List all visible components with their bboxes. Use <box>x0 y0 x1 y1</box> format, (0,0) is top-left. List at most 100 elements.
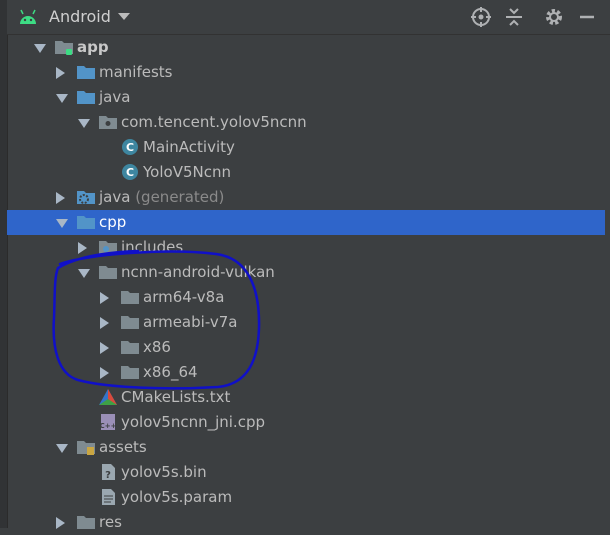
expand-arrow-icon[interactable] <box>78 269 90 278</box>
tree-item-name: x86_64 <box>143 363 198 381</box>
folder-gray-icon <box>98 263 118 281</box>
svg-text:?: ? <box>105 470 111 481</box>
tree-item-label: x86_64 <box>143 362 198 382</box>
folder-gray-icon <box>120 363 140 381</box>
tree-item-label: ncnn-android-vulkan <box>121 262 275 282</box>
tree-item-label: java <box>99 87 130 107</box>
chevron-down-icon[interactable] <box>118 13 130 20</box>
tree-item-label: res <box>99 512 122 532</box>
folder-gray-icon <box>120 338 140 356</box>
expand-arrow-icon[interactable] <box>78 119 90 128</box>
tree-item-label: YoloV5Ncnn <box>143 162 231 182</box>
tree-row[interactable]: armeabi-v7a <box>7 310 605 335</box>
tree-row[interactable]: CMakeLists.txt <box>7 385 605 410</box>
tree-item-label: x86 <box>143 337 171 357</box>
tree-row[interactable]: assets <box>7 435 605 460</box>
project-view-selector[interactable]: Android <box>49 7 111 26</box>
tree-row[interactable]: app <box>7 35 605 60</box>
folder-icon <box>76 63 96 81</box>
folder-gray-icon <box>120 288 140 306</box>
tree-item-name: YoloV5Ncnn <box>143 163 231 181</box>
tree-row[interactable]: x86 <box>7 335 605 360</box>
expand-arrow-icon[interactable] <box>56 444 68 453</box>
collapse-arrow-icon[interactable] <box>56 192 65 204</box>
tree-row[interactable]: arm64-v8a <box>7 285 605 310</box>
tree-item-label: yolov5s.param <box>121 487 232 507</box>
android-icon <box>18 9 38 25</box>
tree-item-suffix: (generated) <box>130 188 225 206</box>
locate-target-icon[interactable] <box>470 6 492 28</box>
tree-item-label: assets <box>99 437 147 457</box>
tree-item-name: x86 <box>143 338 171 356</box>
tree-row[interactable]: java <box>7 85 605 110</box>
tree-item-name: cpp <box>99 213 127 231</box>
folder-gray-icon <box>120 313 140 331</box>
tree-row[interactable]: C MainActivity <box>7 135 605 160</box>
tree-item-name: res <box>99 513 122 531</box>
expand-arrow-icon[interactable] <box>34 44 46 53</box>
tree-row[interactable]: cpp <box>7 210 605 235</box>
module-folder-icon <box>54 38 74 56</box>
collapse-arrow-icon[interactable] <box>100 317 109 329</box>
tree-row[interactable]: java (generated) <box>7 185 605 210</box>
svg-text:C++: C++ <box>100 422 117 430</box>
tree-row[interactable]: ncnn-android-vulkan <box>7 260 605 285</box>
folder-icon <box>76 213 96 231</box>
unknown-file-icon: ? <box>98 463 118 481</box>
collapse-arrow-icon[interactable] <box>56 517 65 529</box>
tree-item-name: ncnn-android-vulkan <box>121 263 275 281</box>
collapse-all-icon[interactable] <box>503 6 525 28</box>
tree-item-label: armeabi-v7a <box>143 312 237 332</box>
class-icon: C <box>120 163 140 181</box>
tree-row[interactable]: res <box>7 510 605 535</box>
tree-row[interactable]: ? yolov5s.bin <box>7 460 605 485</box>
cpp-file-icon: C++ <box>98 413 118 431</box>
collapse-arrow-icon[interactable] <box>78 242 87 254</box>
tree-item-name: arm64-v8a <box>143 288 225 306</box>
tree-item-name: java <box>99 188 131 206</box>
tree-item-name: yolov5ncnn_jni.cpp <box>121 413 265 431</box>
tree-item-name: armeabi-v7a <box>143 313 238 331</box>
assets-folder-icon <box>76 438 96 456</box>
tree-item-label: java (generated) <box>99 187 224 207</box>
tree-item-name: assets <box>99 438 147 456</box>
tree-item-name: com.tencent.yolov5ncnn <box>121 113 307 131</box>
collapse-arrow-icon[interactable] <box>100 292 109 304</box>
tree-row[interactable]: C++ yolov5ncnn_jni.cpp <box>7 410 605 435</box>
cmake-icon <box>98 388 118 406</box>
text-file-icon <box>98 488 118 506</box>
gear-icon[interactable] <box>543 6 565 28</box>
project-toolbar: Android <box>7 0 610 35</box>
tree-item-label: com.tencent.yolov5ncnn <box>121 112 307 132</box>
tree-item-name: manifests <box>99 63 173 81</box>
collapse-arrow-icon[interactable] <box>100 367 109 379</box>
tree-row[interactable]: com.tencent.yolov5ncnn <box>7 110 605 135</box>
folder-icon <box>76 88 96 106</box>
collapse-arrow-icon[interactable] <box>56 67 65 79</box>
tree-row[interactable]: includes <box>7 235 605 260</box>
minimize-icon[interactable] <box>576 6 596 28</box>
expand-arrow-icon[interactable] <box>56 94 68 103</box>
tree-item-label: cpp <box>99 212 126 232</box>
tree-item-name: app <box>77 38 109 56</box>
tree-row[interactable]: x86_64 <box>7 360 605 385</box>
class-icon: C <box>120 138 140 156</box>
tree-item-label: yolov5ncnn_jni.cpp <box>121 412 265 432</box>
tree-item-name: yolov5s.param <box>121 488 233 506</box>
tree-item-label: app <box>77 37 109 57</box>
package-icon <box>98 113 118 131</box>
svg-text:C: C <box>126 141 134 154</box>
collapse-arrow-icon[interactable] <box>100 342 109 354</box>
tree-item-label: manifests <box>99 62 173 82</box>
expand-arrow-icon[interactable] <box>56 219 68 228</box>
tree-row[interactable]: yolov5s.param <box>7 485 605 510</box>
tree-item-name: MainActivity <box>143 138 235 156</box>
tree-item-name: CMakeLists.txt <box>121 388 231 406</box>
tree-row[interactable]: manifests <box>7 60 605 85</box>
folder-gray-icon <box>76 513 96 531</box>
tree-item-name: includes <box>121 238 184 256</box>
tree-row[interactable]: C YoloV5Ncnn <box>7 160 605 185</box>
tree-item-name: java <box>99 88 131 106</box>
generated-folder-icon <box>76 188 96 206</box>
tree-item-label: arm64-v8a <box>143 287 224 307</box>
